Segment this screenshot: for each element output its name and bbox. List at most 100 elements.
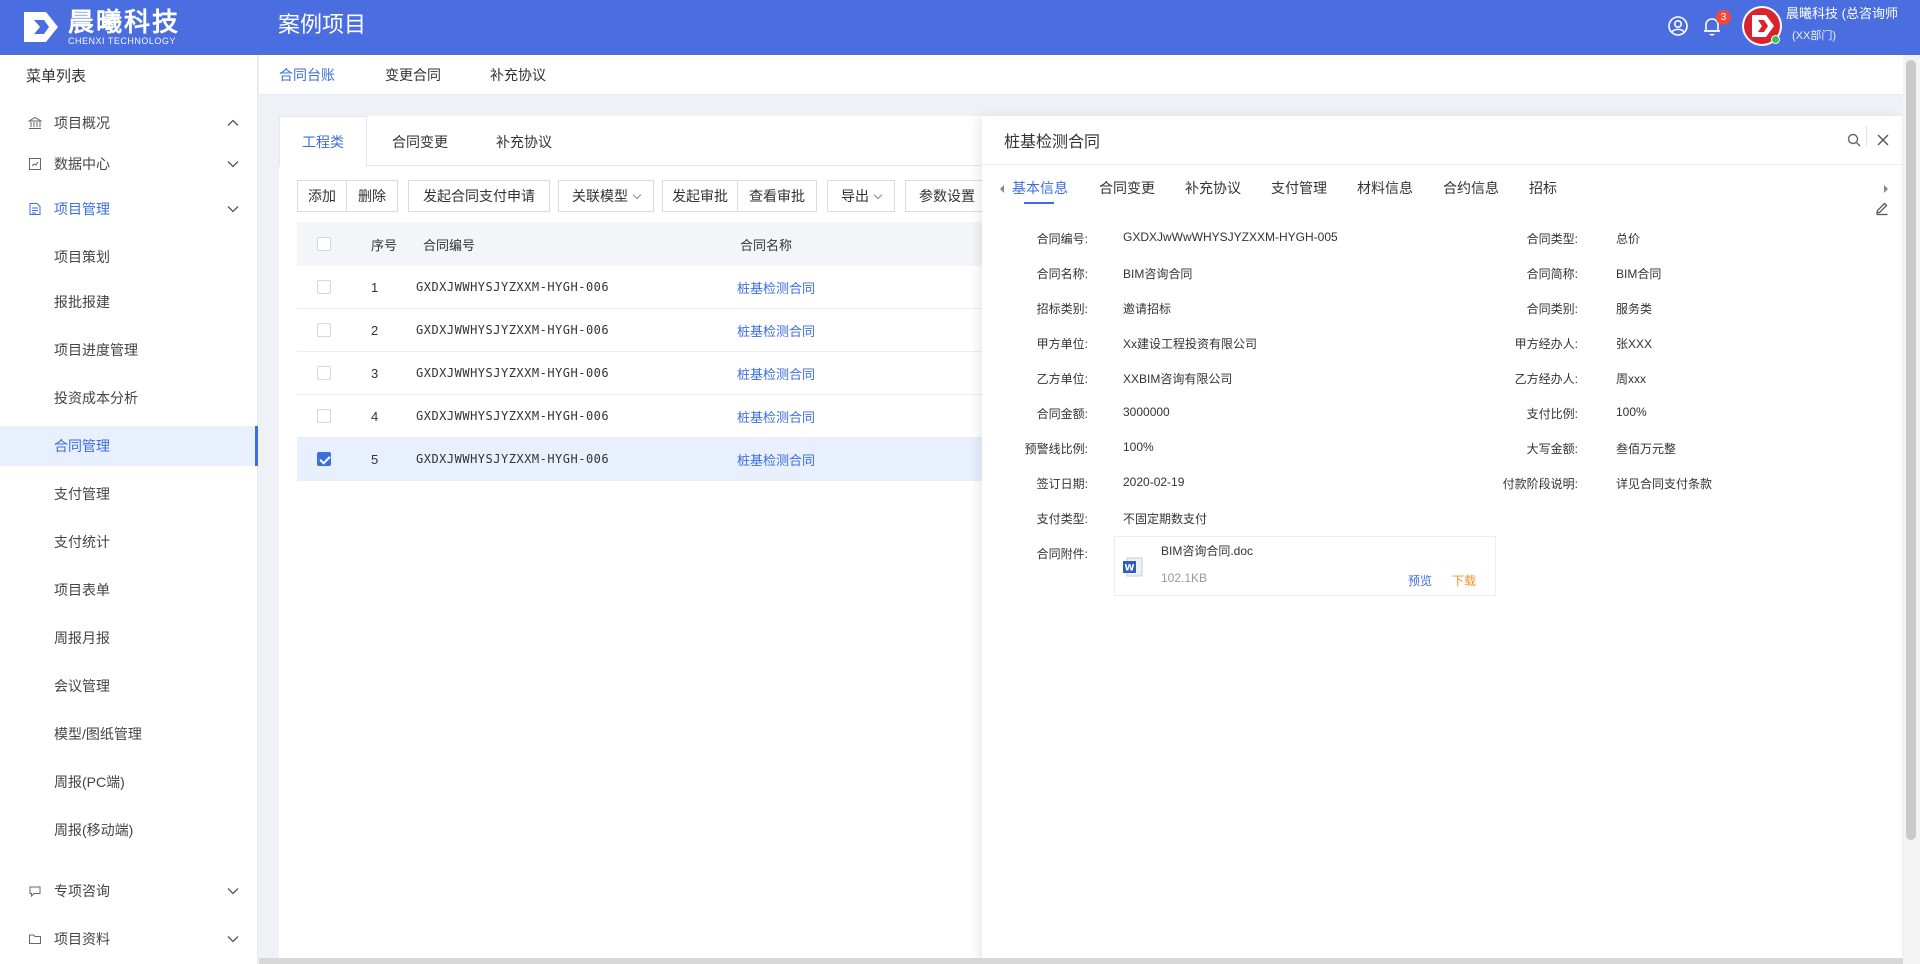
link-model-dropdown[interactable]: 关联模型 (558, 180, 654, 212)
row-index: 5 (371, 451, 379, 467)
sidebar-group-label: 项目管理 (54, 201, 110, 217)
start-approval-button[interactable]: 发起审批 (662, 180, 738, 212)
sidebar-item-label: 会议管理 (54, 678, 110, 694)
row-index: 1 (371, 279, 379, 295)
edit-pencil-icon[interactable] (1874, 200, 1890, 219)
sidebar-item-label: 投资成本分析 (54, 390, 138, 406)
sidebar-item-progress[interactable]: 项目进度管理 (0, 330, 258, 370)
row-name-link[interactable]: 桩基检测合同 (737, 395, 815, 437)
field-label-contract-name: 合同名称: (1036, 267, 1088, 281)
field-label-contract-type: 合同类型: (1526, 232, 1578, 246)
row-name-link[interactable]: 桩基检测合同 (737, 438, 815, 480)
preview-link[interactable]: 预览 (1408, 572, 1432, 589)
row-checkbox[interactable] (317, 366, 331, 380)
search-icon[interactable] (1846, 132, 1862, 151)
vertical-scrollbar-thumb[interactable] (1906, 60, 1916, 840)
app-title: 案例项目 (278, 12, 367, 37)
field-label-short-name: 合同简称: (1526, 267, 1578, 281)
payment-request-button[interactable]: 发起合同支付申请 (408, 180, 550, 212)
attachment-card: W BIM咨询合同.doc 102.1KB 预览 下载 (1114, 536, 1496, 596)
panel-divider (982, 164, 1902, 165)
sidebar-group-project-overview[interactable]: 项目概况 (0, 103, 258, 143)
field-value-sign-date: 2020-02-19 (1123, 475, 1185, 489)
field-label-sign-date: 签订日期: (1036, 477, 1088, 491)
subtab-supplementary[interactable]: 补充协议 (496, 132, 552, 152)
row-checkbox[interactable] (317, 280, 331, 294)
user-name[interactable]: 晨曦科技 (总咨询师 (1786, 5, 1898, 23)
panel-tab-supplementary[interactable]: 补充协议 (1185, 178, 1241, 198)
panel-tab-bidding[interactable]: 招标 (1529, 178, 1557, 198)
sidebar-item-weekly-pc[interactable]: 周报(PC端) (0, 762, 258, 802)
field-label-warning-ratio: 预警线比例: (1024, 442, 1088, 456)
sidebar-group-special-consulting[interactable]: 专项咨询 (0, 871, 258, 911)
row-checkbox-checked[interactable] (317, 452, 331, 466)
sidebar-group-project-management[interactable]: 项目管理 (0, 189, 258, 229)
sidebar-group-label: 项目资料 (54, 931, 110, 947)
view-approval-button[interactable]: 查看审批 (737, 180, 817, 212)
field-label-party-a: 甲方单位: (1036, 337, 1088, 351)
project-icon (28, 202, 42, 216)
row-checkbox[interactable] (317, 409, 331, 423)
sidebar-item-approval-filing[interactable]: 报批报建 (0, 282, 258, 322)
sidebar-group-data-center[interactable]: 数据中心 (0, 144, 258, 184)
caret-down-icon (873, 190, 883, 199)
tab-contract-ledger[interactable]: 合同台账 (279, 65, 335, 85)
field-label-contract-category: 合同类别: (1526, 302, 1578, 316)
user-circle-icon[interactable] (1666, 14, 1690, 38)
panel-tab-materials[interactable]: 材料信息 (1357, 178, 1413, 198)
sidebar-item-label: 项目进度管理 (54, 342, 138, 358)
field-value-contract-type: 总价 (1616, 232, 1641, 246)
sidebar-item-weekly-monthly[interactable]: 周报月报 (0, 618, 258, 658)
panel-tab-contract-change[interactable]: 合同变更 (1099, 178, 1155, 198)
sidebar-item-weekly-mobile[interactable]: 周报(移动端) (0, 810, 258, 850)
top-header: 晨曦科技 CHENXI TECHNOLOGY 案例项目 3 晨曦科技 (总咨询师… (0, 0, 1920, 55)
params-button[interactable]: 参数设置 (905, 180, 989, 212)
export-dropdown[interactable]: 导出 (827, 180, 895, 212)
row-name-link[interactable]: 桩基检测合同 (737, 352, 815, 394)
tab-scroll-left-icon[interactable] (998, 181, 1006, 197)
sidebar-item-meetings[interactable]: 会议管理 (0, 666, 258, 706)
sidebar-item-payment-stats[interactable]: 支付统计 (0, 522, 258, 562)
field-label-amount-words: 大写金额: (1526, 442, 1578, 456)
field-value-contract-no: GXDXJwWwWHYSJYZXXM-HYGH-005 (1123, 230, 1338, 244)
sidebar-item-label: 报批报建 (54, 294, 110, 310)
sidebar-item-models-drawings[interactable]: 模型/图纸管理 (0, 714, 258, 754)
select-all-checkbox[interactable] (317, 237, 331, 251)
sidebar-item-project-forms[interactable]: 项目表单 (0, 570, 258, 610)
row-checkbox[interactable] (317, 323, 331, 337)
sidebar-item-label: 周报(PC端) (54, 774, 125, 790)
download-link[interactable]: 下载 (1452, 572, 1476, 589)
chevron-up-icon (226, 116, 240, 130)
sidebar-group-project-docs[interactable]: 项目资料 (0, 919, 258, 959)
sidebar-item-payment-management[interactable]: 支付管理 (0, 474, 258, 514)
sidebar-item-contract-management[interactable]: 合同管理 (0, 426, 258, 466)
row-name-link[interactable]: 桩基检测合同 (737, 266, 815, 308)
sidebar-group-label: 数据中心 (54, 156, 110, 172)
panel-tab-agreement[interactable]: 合约信息 (1443, 178, 1499, 198)
close-icon[interactable] (1875, 132, 1891, 151)
field-label-party-b: 乙方单位: (1036, 372, 1088, 386)
horizontal-scrollbar[interactable] (259, 958, 1903, 964)
sidebar-group-label: 项目概况 (54, 115, 110, 131)
logo[interactable]: 晨曦科技 CHENXI TECHNOLOGY (20, 8, 180, 46)
header-divider (1866, 126, 1867, 146)
field-value-amount: 3000000 (1123, 405, 1170, 419)
tab-supplementary[interactable]: 补充协议 (490, 65, 546, 85)
field-value-payment-stage: 详见合同支付条款 (1616, 477, 1713, 491)
col-code: 合同编号 (423, 237, 476, 253)
sidebar-item-cost-analysis[interactable]: 投资成本分析 (0, 378, 258, 418)
row-name-link[interactable]: 桩基检测合同 (737, 309, 815, 351)
subtab-contract-change[interactable]: 合同变更 (392, 132, 448, 152)
panel-tab-basic-info[interactable]: 基本信息 (1012, 178, 1068, 198)
field-value-warning-ratio: 100% (1123, 440, 1154, 454)
tab-change-contract[interactable]: 变更合同 (385, 65, 441, 85)
sidebar-item-project-planning[interactable]: 项目策划 (0, 237, 258, 277)
subtab-engineering[interactable]: 工程类 (302, 132, 344, 152)
field-label-contract-no: 合同编号: (1036, 232, 1088, 246)
tab-scroll-right-icon[interactable] (1882, 181, 1890, 197)
field-label-attachment: 合同附件: (1036, 547, 1088, 561)
panel-tab-payment[interactable]: 支付管理 (1271, 178, 1327, 198)
row-code: GXDXJWWHYSJYZXXM-HYGH-006 (416, 409, 610, 423)
delete-button[interactable]: 删除 (346, 180, 398, 212)
add-button[interactable]: 添加 (297, 180, 347, 212)
